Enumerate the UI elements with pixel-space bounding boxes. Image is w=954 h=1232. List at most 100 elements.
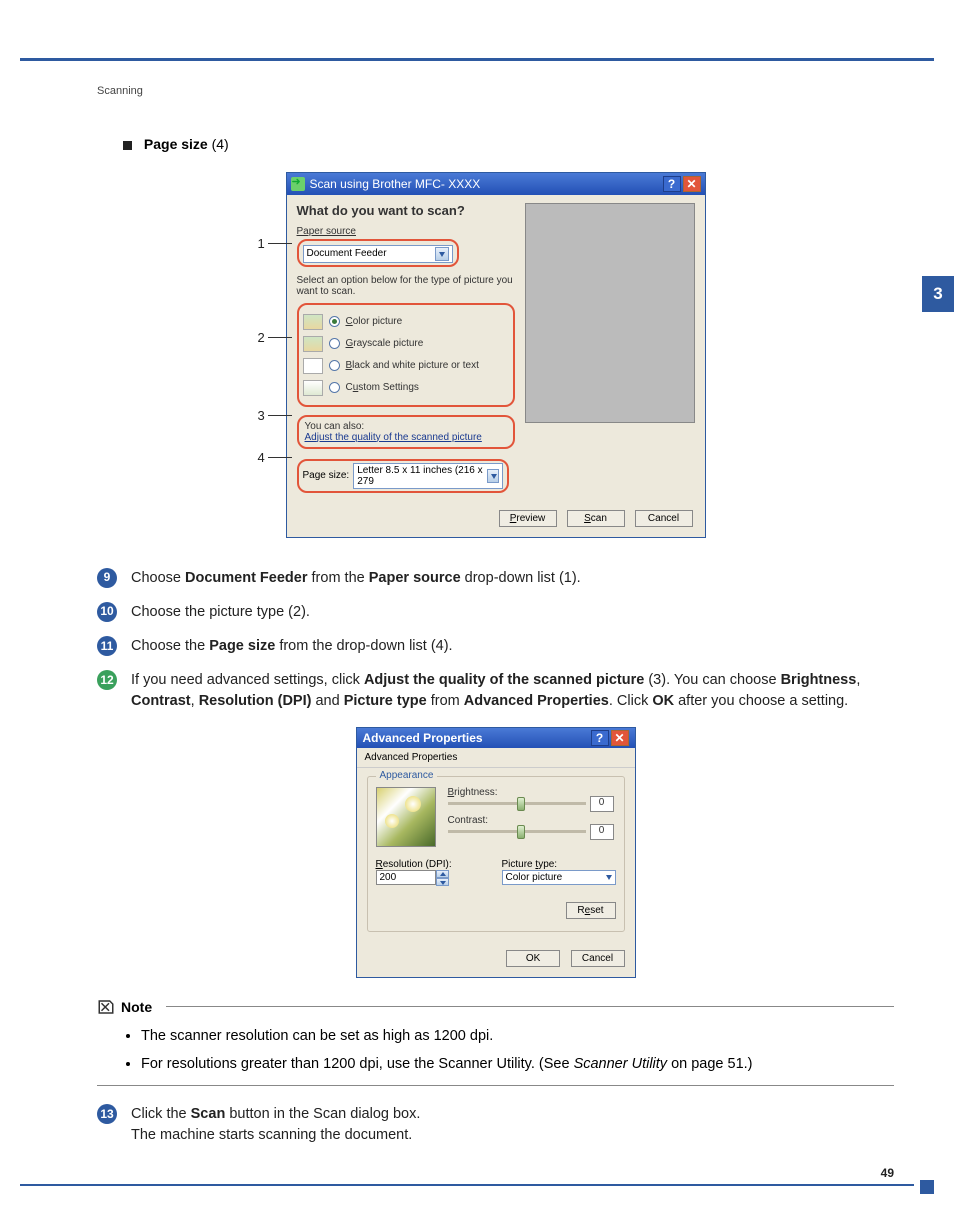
paper-source-label: Paper source — [297, 226, 515, 237]
picture-type-label: Picture type: — [502, 859, 616, 870]
picture-type-combo[interactable]: Color picture — [502, 870, 616, 885]
note-top-rule — [166, 1006, 894, 1007]
steps-list: 9 Choose Document Feeder from the Paper … — [97, 568, 894, 711]
radio-color[interactable] — [329, 316, 340, 327]
note-block: Note The scanner resolution can be set a… — [97, 998, 894, 1087]
help-button[interactable]: ? — [591, 730, 609, 746]
appearance-fieldset: Appearance Brightness: 0 Contrast: — [367, 776, 625, 932]
contrast-slider[interactable]: 0 — [448, 830, 586, 833]
cancel-button[interactable]: Cancel — [571, 950, 625, 967]
scan-dialog-figure: 1 2 3 4 Scan using Brother MFC- XXXX ? ✕… — [286, 172, 706, 538]
scan-button[interactable]: Scan — [567, 510, 625, 527]
note-item-1: The scanner resolution can be set as hig… — [141, 1026, 894, 1048]
adjust-quality-link[interactable]: Adjust the quality of the scanned pictur… — [305, 432, 482, 443]
option-grayscale-label: Grayscale picture — [346, 338, 424, 349]
ok-button[interactable]: OK — [506, 950, 560, 967]
preview-thumbnail — [376, 787, 436, 847]
adv-titlebar: Advanced Properties ? ✕ — [357, 728, 635, 748]
note-list: The scanner resolution can be set as hig… — [123, 1026, 894, 1076]
adjust-box: You can also: Adjust the quality of the … — [297, 415, 515, 449]
scan-title: Scan using Brother MFC- XXXX — [310, 177, 481, 191]
cancel-button[interactable]: Cancel — [635, 510, 693, 527]
page-size-bullet: Page size (4) — [123, 136, 894, 152]
slider-thumb-icon[interactable] — [517, 825, 525, 839]
callout-3: 3 — [258, 408, 265, 423]
picture-type-group: CColor pictureolor picture Grayscale pic… — [297, 303, 515, 407]
bottom-rule — [20, 1184, 914, 1186]
note-bottom-rule — [97, 1085, 894, 1086]
help-button[interactable]: ? — [663, 176, 681, 192]
adv-title: Advanced Properties — [363, 731, 483, 745]
page-size-field-label: Page size: — [303, 470, 350, 481]
step-11-text: Choose the Page size from the drop-down … — [131, 636, 453, 656]
option-color[interactable]: CColor pictureolor picture — [303, 311, 509, 333]
page-number: 49 — [881, 1166, 894, 1180]
adv-tab[interactable]: Advanced Properties — [357, 748, 635, 768]
you-can-also-text: You can also: — [305, 421, 507, 432]
preview-button[interactable]: Preview — [499, 510, 557, 527]
reset-button[interactable]: Reset — [566, 902, 616, 919]
window-buttons: ? ✕ — [663, 176, 701, 192]
close-button[interactable]: ✕ — [611, 730, 629, 746]
callout-2: 2 — [258, 330, 265, 345]
reset-row: Reset — [376, 900, 616, 919]
brightness-row: Brightness: 0 — [448, 787, 616, 805]
resolution-value[interactable]: 200 — [376, 870, 436, 885]
chevron-down-icon — [487, 469, 500, 483]
paper-source-combo[interactable]: Document Feeder — [303, 245, 453, 263]
adv-button-row: OK Cancel — [357, 942, 635, 977]
step-10-text: Choose the picture type (2). — [131, 602, 310, 622]
option-color-label: CColor pictureolor picture — [346, 316, 403, 327]
resolution-col: Resolution (DPI): 200 — [376, 859, 490, 886]
contrast-row: Contrast: 0 — [448, 815, 616, 833]
brightness-value[interactable]: 0 — [590, 796, 614, 812]
step-12-badge: 12 — [97, 670, 117, 690]
option-bw[interactable]: Black and white picture or text — [303, 355, 509, 377]
picture-type-col: Picture type: Color picture — [502, 859, 616, 886]
resolution-spinner[interactable]: 200 — [376, 870, 490, 886]
step-13-text: Click the Scan button in the Scan dialog… — [131, 1104, 420, 1145]
custom-thumb-icon — [303, 380, 323, 396]
scan-titlebar: Scan using Brother MFC- XXXX ? ✕ — [287, 173, 705, 195]
page-size-value: Letter 8.5 x 11 inches (216 x 279 — [357, 465, 486, 487]
contrast-value[interactable]: 0 — [590, 824, 614, 840]
step-10: 10 Choose the picture type (2). — [97, 602, 894, 622]
scan-heading: What do you want to scan? — [297, 203, 515, 218]
option-bw-label: Black and white picture or text — [346, 360, 479, 371]
appearance-legend: Appearance — [376, 770, 438, 781]
advanced-properties-figure: Advanced Properties ? ✕ Advanced Propert… — [356, 727, 636, 978]
page-size-combo[interactable]: Letter 8.5 x 11 inches (216 x 279 — [353, 463, 503, 489]
scan-window: Scan using Brother MFC- XXXX ? ✕ What do… — [286, 172, 706, 538]
select-instruction: Select an option below for the type of p… — [297, 275, 515, 297]
option-custom[interactable]: Custom Settings — [303, 377, 509, 399]
corner-square — [920, 1180, 934, 1194]
chevron-down-icon — [435, 247, 449, 261]
page-content: Page size (4) 1 2 3 4 Scan using Brother… — [97, 136, 894, 1159]
step-9-badge: 9 — [97, 568, 117, 588]
preview-area — [525, 203, 695, 423]
radio-bw[interactable] — [329, 360, 340, 371]
picture-type-value: Color picture — [506, 872, 563, 883]
running-header: Scanning — [97, 85, 143, 97]
spin-up-icon[interactable] — [436, 870, 449, 878]
note-item-2: For resolutions greater than 1200 dpi, u… — [141, 1054, 894, 1076]
slider-thumb-icon[interactable] — [517, 797, 525, 811]
page-size-num: (4) — [212, 136, 229, 152]
radio-grayscale[interactable] — [329, 338, 340, 349]
option-grayscale[interactable]: Grayscale picture — [303, 333, 509, 355]
color-thumb-icon — [303, 314, 323, 330]
step-12-text: If you need advanced settings, click Adj… — [131, 670, 894, 711]
radio-custom[interactable] — [329, 382, 340, 393]
close-button[interactable]: ✕ — [683, 176, 701, 192]
brightness-slider[interactable]: 0 — [448, 802, 586, 805]
spin-down-icon[interactable] — [436, 878, 449, 886]
step-11-badge: 11 — [97, 636, 117, 656]
step-10-badge: 10 — [97, 602, 117, 622]
note-icon — [97, 998, 115, 1016]
chevron-down-icon — [602, 872, 612, 883]
square-bullet-icon — [123, 141, 132, 150]
page-size-label: Page size — [144, 136, 208, 152]
step-12: 12 If you need advanced settings, click … — [97, 670, 894, 711]
chapter-tab: 3 — [922, 276, 954, 312]
note-label: Note — [121, 999, 152, 1015]
